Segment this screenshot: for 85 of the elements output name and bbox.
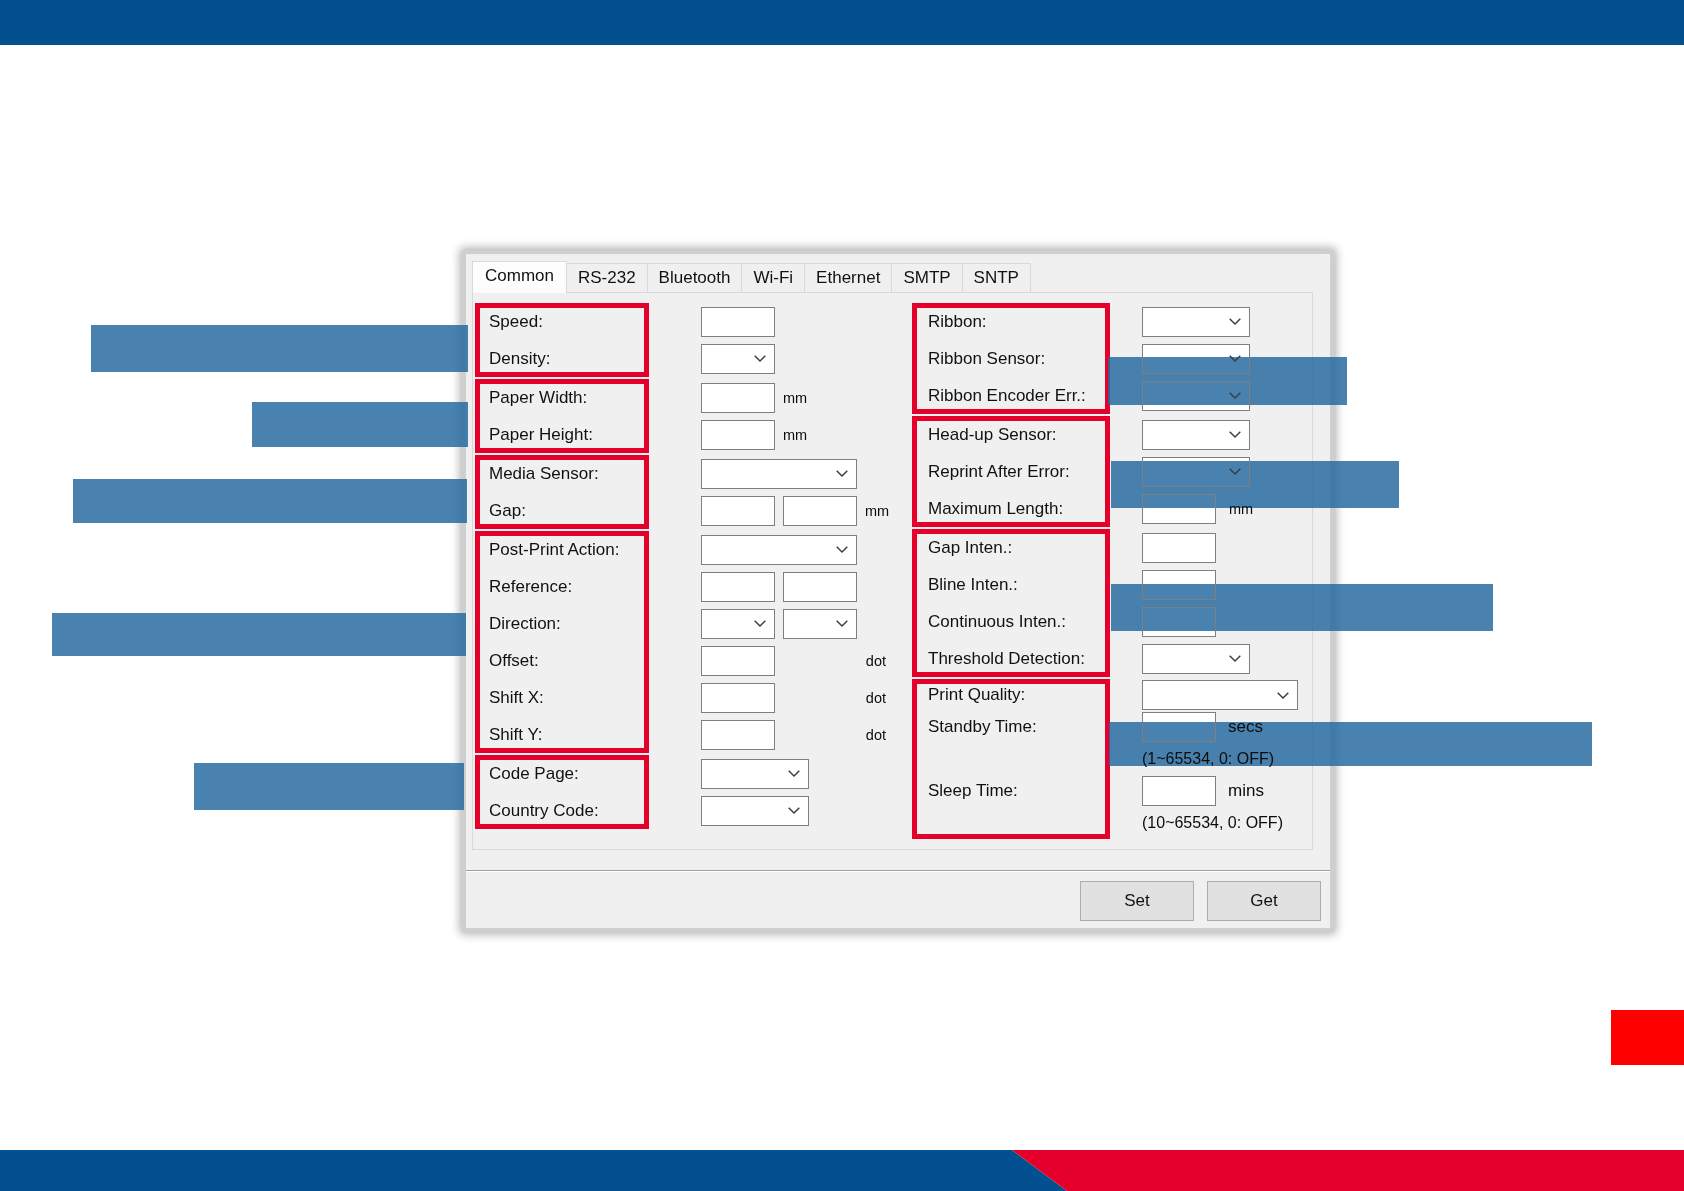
range-note: (1~65534, 0: OFF) [1142, 750, 1275, 768]
dropdown[interactable] [701, 458, 857, 489]
dropdown[interactable] [701, 608, 775, 639]
chevron-down-icon [1229, 431, 1241, 438]
chevron-down-icon [836, 470, 848, 477]
unit-label: mm [783, 389, 808, 406]
field-label: Speed: [489, 311, 543, 332]
unit-label: dot [865, 652, 886, 669]
dropdown[interactable] [701, 795, 809, 826]
field-label: Ribbon Sensor: [928, 348, 1046, 369]
text-field[interactable] [1142, 493, 1216, 524]
dropdown[interactable] [1142, 343, 1250, 374]
field-label: Media Sensor: [489, 463, 599, 484]
text-field[interactable] [1142, 569, 1216, 600]
field-label: Paper Height: [489, 424, 593, 445]
dropdown[interactable] [701, 534, 857, 565]
field-label: Shift X: [489, 687, 544, 708]
field-label: Country Code: [489, 800, 599, 821]
field-label: Sleep Time: [928, 781, 1018, 801]
field-label: Maximum Length: [928, 498, 1064, 519]
field-label: Bline Inten.: [928, 574, 1018, 595]
chevron-down-icon [788, 770, 800, 777]
text-field[interactable] [701, 571, 775, 602]
text-field[interactable] [701, 382, 775, 413]
text-field[interactable] [701, 419, 775, 450]
chevron-down-icon [1277, 691, 1289, 699]
field-label: Post-Print Action: [489, 539, 620, 560]
chevron-down-icon [754, 355, 766, 362]
chevron-down-icon [788, 807, 800, 814]
unit-label: mins [1228, 781, 1264, 801]
chevron-down-icon [754, 620, 766, 627]
tab[interactable]: Common [472, 261, 567, 293]
field-label: Reference: [489, 576, 573, 597]
dropdown[interactable] [701, 343, 775, 374]
dropdown[interactable] [1142, 380, 1250, 411]
text-field[interactable] [783, 571, 857, 602]
field-label: Standby Time: [928, 717, 1037, 737]
dropdown[interactable] [1142, 306, 1250, 337]
dropdown[interactable] [1142, 643, 1250, 674]
field-label: Reprint After Error: [928, 461, 1070, 482]
unit-label: dot [865, 726, 886, 743]
field-label: Offset: [489, 650, 539, 671]
text-field[interactable] [783, 495, 857, 526]
field-label: Code Page: [489, 763, 579, 784]
text-field[interactable] [1142, 776, 1216, 806]
field-label: Continuous Inten.: [928, 611, 1066, 632]
field-label: Print Quality: [928, 685, 1026, 705]
dropdown[interactable] [1142, 680, 1298, 710]
dropdown[interactable] [1142, 419, 1250, 450]
field-label: Threshold Detection: [928, 648, 1085, 669]
dialog-button[interactable]: Set [1080, 881, 1194, 921]
range-note: (10~65534, 0: OFF) [1142, 814, 1283, 832]
chevron-down-icon [1229, 392, 1241, 399]
field-label: Density: [489, 348, 551, 369]
text-field[interactable] [1142, 606, 1216, 637]
unit-label: mm [783, 426, 808, 443]
field-label: Head-up Sensor: [928, 424, 1057, 445]
chevron-down-icon [1229, 355, 1241, 362]
tab[interactable]: SNTP [961, 263, 1031, 292]
chevron-down-icon [1229, 655, 1241, 662]
text-field[interactable] [701, 495, 775, 526]
field-label: Ribbon: [928, 311, 987, 332]
text-field[interactable] [1142, 532, 1216, 563]
text-field[interactable] [701, 645, 775, 676]
unit-label: mm [865, 502, 890, 519]
field-label: Paper Width: [489, 387, 588, 408]
dialog-button[interactable]: Get [1207, 881, 1321, 921]
chevron-down-icon [1229, 468, 1241, 475]
dropdown[interactable] [783, 608, 857, 639]
field-label: Gap: [489, 500, 526, 521]
chevron-down-icon [836, 546, 848, 553]
unit-label: secs [1228, 717, 1263, 737]
text-field[interactable] [701, 719, 775, 750]
chevron-down-icon [836, 620, 848, 627]
field-label: Direction: [489, 613, 561, 634]
field-label: Ribbon Encoder Err.: [928, 385, 1086, 406]
field-label: Shift Y: [489, 724, 543, 745]
text-field[interactable] [1142, 712, 1216, 742]
field-label: Gap Inten.: [928, 537, 1013, 558]
dropdown[interactable] [701, 758, 809, 789]
chevron-down-icon [1229, 318, 1241, 325]
dropdown[interactable] [1142, 456, 1250, 487]
text-field[interactable] [701, 306, 775, 337]
text-field[interactable] [701, 682, 775, 713]
unit-label: dot [865, 689, 886, 706]
